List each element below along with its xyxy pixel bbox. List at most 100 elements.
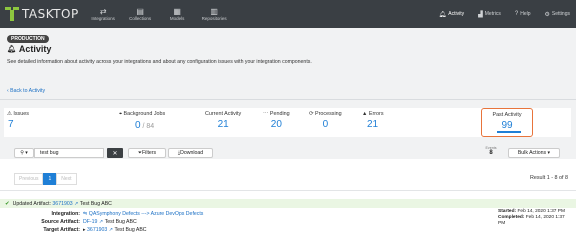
settings-label: Settings: [551, 11, 570, 17]
page-header: [0, 28, 576, 159]
activity-entry-header: ✔ Updated Artifact: 3671903 ↗ Test Bug A…: [0, 199, 576, 208]
stat-processing-label-text: Processing: [315, 111, 342, 117]
stat-pending[interactable]: ⋯ Pending 20: [263, 111, 290, 130]
clear-search-button[interactable]: ✕: [107, 148, 123, 158]
stat-errors-value: 21: [367, 119, 379, 130]
gear-icon: ⚙: [544, 11, 550, 18]
integration-label: Integration:: [51, 211, 80, 217]
nav-models[interactable]: ▦ Models: [159, 0, 196, 28]
stat-past-activity-value: 99: [501, 120, 513, 131]
search-input[interactable]: test bug: [34, 148, 104, 158]
entry-header-prefix: Updated Artifact:: [12, 200, 51, 207]
download-button[interactable]: ⤓ Download: [168, 148, 213, 158]
top-right-menu: 🔔︎ Activity ▟ Metrics ? Help ⚙ Settings: [425, 0, 570, 28]
active-indicator: [497, 131, 521, 133]
stat-errors-label-text: Errors: [368, 111, 384, 117]
stat-issues-value: 7: [8, 119, 14, 130]
stat-pending-label: ⋯ Pending: [263, 111, 290, 117]
stat-current-activity[interactable]: Current Activity 21: [205, 111, 241, 130]
help-label: Help: [520, 11, 531, 17]
integration-row: Integration: ⇋ QASymphony Defects ---> A…: [0, 211, 203, 217]
caret-down-icon: ▾: [547, 150, 551, 156]
external-link-icon[interactable]: ↗: [99, 219, 103, 225]
completed-label: Completed:: [498, 215, 525, 220]
nav-label: Models: [169, 16, 185, 21]
next-page-button[interactable]: Next: [56, 173, 77, 185]
events-counter: Events 8: [481, 146, 501, 160]
logo-text: TASKTOP: [22, 7, 79, 21]
events-value: 8: [489, 150, 493, 156]
tasktop-logo-icon: [5, 7, 19, 21]
stat-background-jobs-label-text: Background Jobs: [123, 111, 166, 117]
activity-link[interactable]: 🔔︎ Activity: [439, 11, 464, 18]
back-to-activity-link[interactable]: ‹ Back to Activity: [7, 88, 45, 94]
pagination: Previous 1 Next: [14, 173, 77, 185]
repository-icon: ▥: [210, 7, 218, 16]
top-navigation-bar: TASKTOP ⇄ Integrations ▤ Collections ▦ M…: [0, 0, 576, 28]
page-1-button[interactable]: 1: [43, 173, 57, 185]
stat-background-jobs-label: ⌖ Background Jobs: [119, 111, 165, 118]
activity-stats-panel: ⚠ Issues 7 ⌖ Background Jobs 0 / 84 Curr…: [4, 108, 571, 137]
arrows-icon: ⇄: [99, 7, 107, 16]
bar-chart-icon: ▟: [478, 11, 483, 18]
entry-header-title: Test Bug ABC: [79, 200, 112, 207]
nav-label: Collections: [129, 16, 152, 21]
stat-issues-label: ⚠ Issues: [7, 111, 29, 117]
stat-current-activity-label: Current Activity: [205, 111, 242, 117]
stat-errors-label: ▲ Errors: [362, 111, 384, 117]
page-title: 🔔︎ Activity: [7, 44, 51, 54]
stat-background-jobs-total: / 84: [140, 123, 155, 130]
nav-label: Repositories: [201, 16, 227, 21]
filters-button[interactable]: ⏷ Filters: [128, 148, 166, 158]
bulk-actions-label: Bulk Actions: [517, 150, 547, 156]
stat-issues-label-text: Issues: [13, 111, 29, 117]
metrics-link[interactable]: ▟ Metrics: [478, 11, 501, 18]
settings-link[interactable]: ⚙ Settings: [545, 11, 570, 18]
target-artifact-row: Target Artifact: ▸ 3671903 ↗ Test Bug AB…: [0, 227, 147, 233]
target-artifact-title: Test Bug ABC: [114, 227, 147, 233]
help-link[interactable]: ? Help: [515, 11, 531, 17]
back-link-label: Back to Activity: [10, 88, 46, 94]
integration-link[interactable]: QASymphony Defects ---> Azure DevOps Def…: [89, 211, 204, 217]
nav-repositories[interactable]: ▥ Repositories: [196, 0, 233, 28]
check-circle-icon: ✔: [5, 200, 10, 207]
activity-toolbar: ⚲ ▾ test bug ✕ ⏷ Filters ⤓ Download Even…: [0, 143, 576, 163]
result-count: Result 1 - 8 of 8: [529, 175, 568, 181]
stat-background-jobs[interactable]: ⌖ Background Jobs 0 / 84: [119, 111, 165, 131]
bulk-actions-dropdown[interactable]: Bulk Actions ▾: [508, 148, 560, 158]
external-link-icon[interactable]: ↗: [109, 227, 113, 233]
activity-label: Activity: [448, 11, 465, 17]
stat-processing-label: ⟳ Processing: [309, 111, 342, 117]
page-description: See detailed information about activity …: [7, 59, 312, 65]
app-logo[interactable]: TASKTOP: [5, 6, 79, 22]
stat-past-activity[interactable]: Past Activity 99: [481, 108, 533, 137]
main-nav: ⇄ Integrations ▤ Collections ▦ Models ▥ …: [85, 0, 233, 28]
stat-errors[interactable]: ▲ Errors 21: [362, 111, 384, 130]
caret-down-icon: ▾: [25, 150, 28, 156]
target-artifact-label: Target Artifact:: [43, 227, 80, 233]
close-icon: ✕: [112, 150, 118, 157]
nav-label: Integrations: [91, 16, 115, 21]
stat-past-activity-label: Past Activity: [492, 112, 522, 118]
stat-current-activity-value: 21: [217, 119, 229, 130]
stat-processing[interactable]: ⟳ Processing 0: [309, 111, 342, 130]
ellipsis-icon: ⋯: [263, 111, 270, 117]
previous-page-button[interactable]: Previous: [14, 173, 44, 185]
bell-icon: 🔔︎: [438, 11, 447, 18]
stat-issues[interactable]: ⚠ Issues 7: [7, 111, 29, 130]
external-link-icon[interactable]: ↗: [74, 201, 78, 207]
nav-collections[interactable]: ▤ Collections: [122, 0, 159, 28]
source-artifact-row: Source Artifact: DF-19 ↗ Test Bug ABC: [0, 219, 136, 225]
model-icon: ▦: [173, 7, 181, 16]
page-title-text: Activity: [18, 44, 52, 54]
help-icon: ?: [514, 11, 519, 17]
download-label: Download: [180, 150, 204, 156]
entry-artifact-link[interactable]: 3671903: [52, 201, 72, 207]
source-artifact-link[interactable]: DF-19: [83, 219, 97, 225]
target-artifact-link[interactable]: 3671903: [87, 227, 107, 233]
search-type-select[interactable]: ⚲ ▾: [14, 148, 34, 158]
started-label: Started:: [498, 209, 517, 214]
metrics-label: Metrics: [484, 11, 501, 17]
nav-integrations[interactable]: ⇄ Integrations: [85, 0, 122, 28]
error-icon: ▲: [362, 111, 369, 117]
